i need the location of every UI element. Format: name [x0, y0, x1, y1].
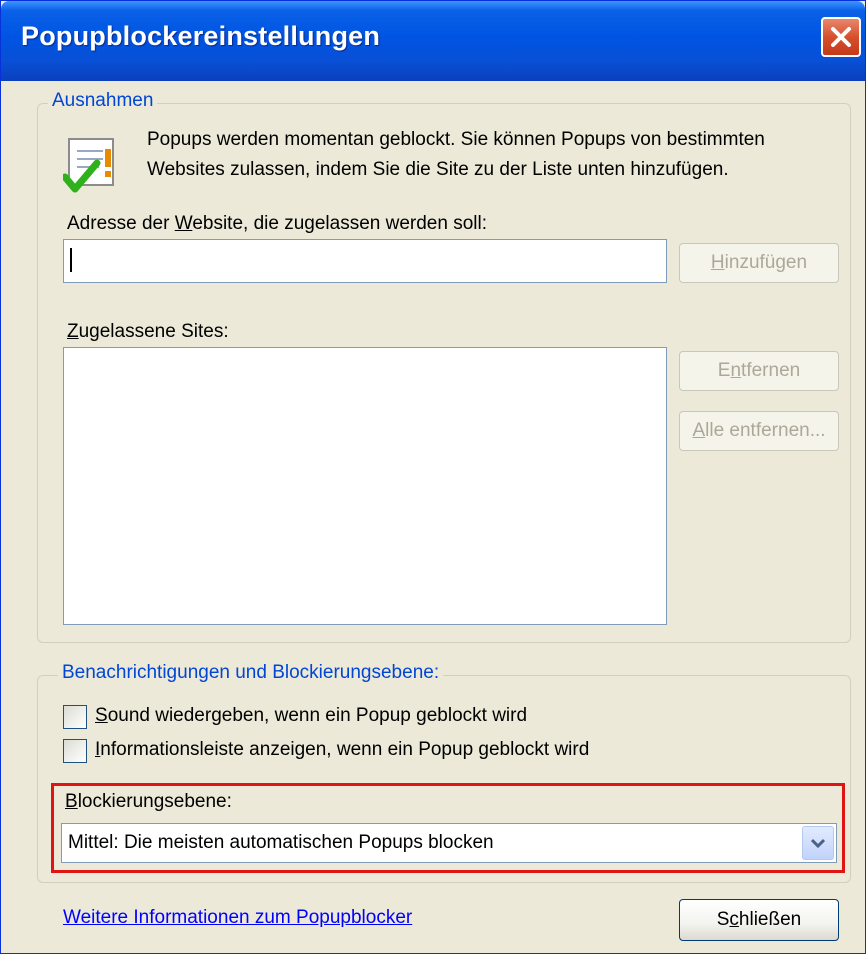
website-address-input[interactable]	[63, 239, 667, 283]
window-title: Popupblockereinstellungen	[21, 21, 381, 51]
sound-checkbox[interactable]	[63, 705, 87, 729]
blocking-level-value: Mittel: Die meisten automatischen Popups…	[68, 832, 494, 853]
close-button[interactable]: Sc hließen	[679, 899, 839, 941]
sound-checkbox-label[interactable]: Sound wiedergeben, wenn ein Popup gebloc…	[95, 705, 527, 727]
info-text-line-1: Popups werden momentan geblockt. Sie kön…	[147, 129, 765, 150]
checklist-warning-icon	[63, 138, 114, 193]
notifications-legend: Benachrichtigungen und Blockierungsebene…	[58, 662, 444, 684]
remove-button[interactable]: En tfernen	[679, 351, 839, 391]
blocking-level-select[interactable]: Mittel: Die meisten automatischen Popups…	[61, 823, 837, 863]
more-info-link[interactable]: Weitere Informationen zum Popupblocker	[63, 907, 412, 929]
info-text-line-2: Websites zulassen, indem Sie die Site zu…	[147, 159, 729, 180]
close-window-button[interactable]	[821, 17, 861, 57]
remove-all-button[interactable]: Alle entfernen...	[679, 411, 839, 451]
title-bar[interactable]: Popupblockereinstellungen	[1, 1, 865, 81]
blocking-level-label: Blockierungsebene:	[65, 791, 232, 812]
popup-blocker-settings-dialog: Popupblockereinstellungen Ausnahmen Popu…	[0, 0, 866, 954]
infobar-checkbox-label[interactable]: Informationsleiste anzeigen, wenn ein Po…	[95, 739, 589, 761]
add-button[interactable]: Hinzufügen	[679, 243, 839, 283]
chevron-down-icon	[811, 838, 825, 848]
allowed-sites-list[interactable]	[63, 347, 667, 625]
infobar-checkbox[interactable]	[63, 739, 87, 763]
text-caret	[70, 248, 72, 272]
close-x-icon	[831, 27, 851, 47]
dropdown-button[interactable]	[802, 826, 834, 860]
exceptions-legend: Ausnahmen	[48, 90, 158, 112]
address-label: Adresse der Website, die zugelassen werd…	[67, 213, 488, 234]
allowed-sites-label: Zugelassene Sites:	[67, 321, 229, 342]
